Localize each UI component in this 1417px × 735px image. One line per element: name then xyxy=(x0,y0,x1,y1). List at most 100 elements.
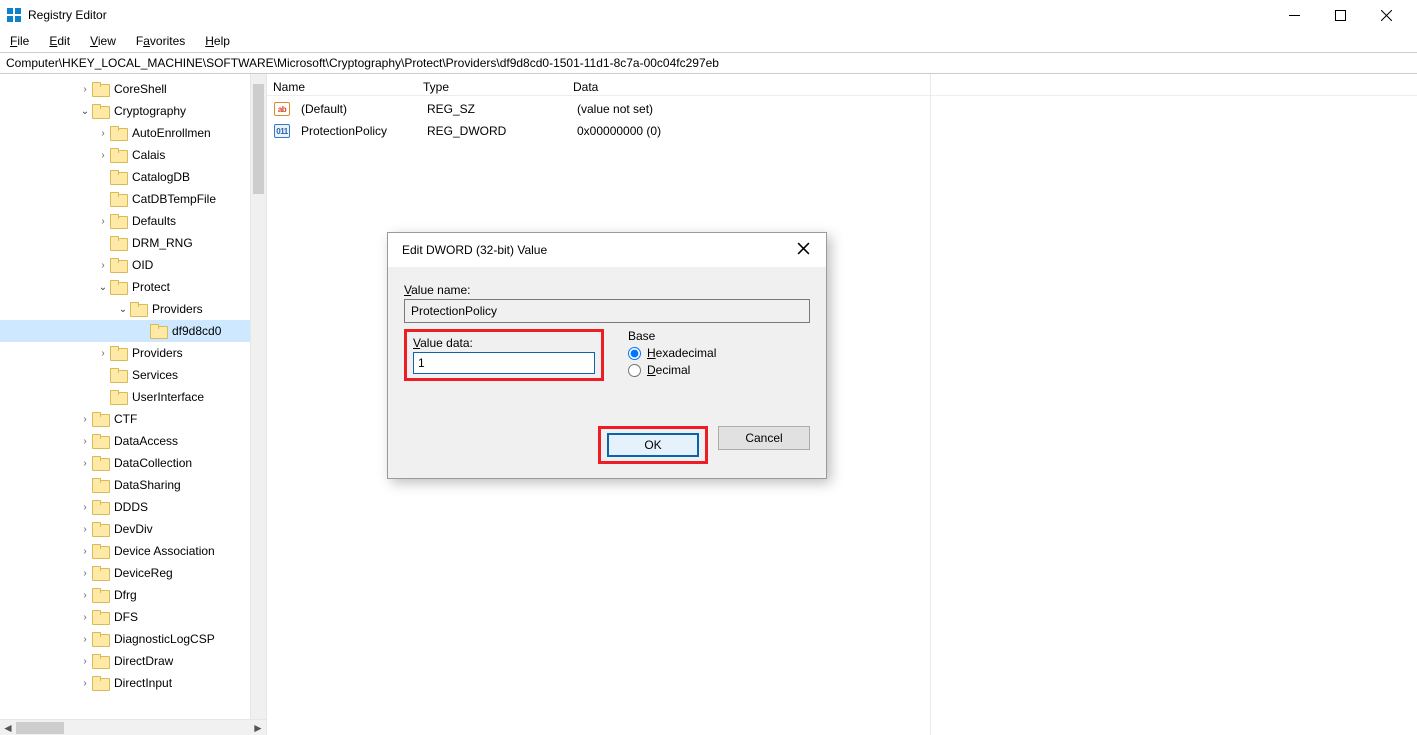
scrollbar-thumb[interactable] xyxy=(253,84,264,194)
folder-icon xyxy=(130,302,146,316)
tree-item-calais[interactable]: ›Calais xyxy=(0,144,266,166)
value-name-label: Value name: xyxy=(404,283,810,297)
tree-item-defaults[interactable]: ›Defaults xyxy=(0,210,266,232)
dialog-titlebar[interactable]: Edit DWORD (32-bit) Value xyxy=(388,233,826,267)
scroll-left-icon[interactable]: ◄ xyxy=(0,720,16,735)
radio-hex-input[interactable] xyxy=(628,347,641,360)
value-name-field[interactable] xyxy=(404,299,810,323)
folder-icon xyxy=(92,478,108,492)
folder-icon xyxy=(110,346,126,360)
folder-icon xyxy=(92,544,108,558)
folder-icon xyxy=(92,610,108,624)
folder-icon xyxy=(92,676,108,690)
titlebar: Registry Editor xyxy=(0,0,1417,30)
scroll-right-icon[interactable]: ► xyxy=(250,720,266,735)
tree-item-ctf[interactable]: ›CTF xyxy=(0,408,266,430)
base-label: Base xyxy=(628,329,716,343)
dialog-close-button[interactable] xyxy=(791,238,816,262)
value-row-protectionpolicy[interactable]: 011 ProtectionPolicy REG_DWORD 0x0000000… xyxy=(267,120,1417,142)
menu-edit[interactable]: Edit xyxy=(43,32,76,50)
folder-icon xyxy=(110,236,126,250)
col-data[interactable]: Data xyxy=(567,80,1417,94)
tree-item-coreshell[interactable]: ›CoreShell xyxy=(0,78,266,100)
scrollbar-thumb[interactable] xyxy=(16,722,64,734)
folder-icon xyxy=(110,390,126,404)
ok-highlight: OK xyxy=(598,426,708,464)
regedit-icon xyxy=(6,7,22,23)
edit-dword-dialog: Edit DWORD (32-bit) Value Value name: Va… xyxy=(387,232,827,479)
binary-value-icon: 011 xyxy=(273,123,291,139)
value-data-field[interactable] xyxy=(413,352,595,374)
tree-item-providers2[interactable]: ›Providers xyxy=(0,342,266,364)
tree-pane: ›CoreShell ⌄Cryptography ›AutoEnrollmen … xyxy=(0,74,267,735)
menu-favorites[interactable]: Favorites xyxy=(130,32,191,50)
folder-icon xyxy=(110,192,126,206)
tree-vertical-scrollbar[interactable] xyxy=(250,74,266,719)
ok-button[interactable]: OK xyxy=(607,433,699,457)
col-type[interactable]: Type xyxy=(417,80,567,94)
tree-item-dfs[interactable]: ›DFS xyxy=(0,606,266,628)
radio-dec-input[interactable] xyxy=(628,364,641,377)
folder-icon xyxy=(92,104,108,118)
value-row-default[interactable]: ab (Default) REG_SZ (value not set) xyxy=(267,98,1417,120)
value-name: (Default) xyxy=(295,102,421,116)
folder-icon xyxy=(92,456,108,470)
folder-icon xyxy=(110,214,126,228)
radio-dec[interactable]: Decimal xyxy=(628,363,716,377)
value-data: 0x00000000 (0) xyxy=(571,124,1417,138)
tree-item-protect[interactable]: ⌄Protect xyxy=(0,276,266,298)
tree-item-diagnosticlogcsp[interactable]: ›DiagnosticLogCSP xyxy=(0,628,266,650)
value-data-label: Value data: xyxy=(413,336,595,350)
menu-view[interactable]: View xyxy=(84,32,122,50)
menubar: File Edit View Favorites Help xyxy=(0,30,1417,52)
tree-item-userinterface[interactable]: UserInterface xyxy=(0,386,266,408)
tree-item-directinput[interactable]: ›DirectInput xyxy=(0,672,266,694)
list-header: Name Type Data xyxy=(267,74,1417,96)
value-type: REG_DWORD xyxy=(421,124,571,138)
registry-tree[interactable]: ›CoreShell ⌄Cryptography ›AutoEnrollmen … xyxy=(0,74,266,694)
window-title: Registry Editor xyxy=(28,8,1271,22)
folder-icon xyxy=(92,632,108,646)
menu-file[interactable]: File xyxy=(4,32,35,50)
col-name[interactable]: Name xyxy=(267,80,417,94)
tree-item-dfrg[interactable]: ›Dfrg xyxy=(0,584,266,606)
tree-item-cryptography[interactable]: ⌄Cryptography xyxy=(0,100,266,122)
tree-horizontal-scrollbar[interactable]: ◄ ► xyxy=(0,719,266,735)
dialog-title: Edit DWORD (32-bit) Value xyxy=(402,243,791,257)
base-group: Base Hexadecimal Decimal xyxy=(628,329,716,380)
folder-icon xyxy=(92,500,108,514)
folder-icon xyxy=(92,412,108,426)
cancel-button[interactable]: Cancel xyxy=(718,426,810,450)
tree-item-datasharing[interactable]: DataSharing xyxy=(0,474,266,496)
tree-item-ddds[interactable]: ›DDDS xyxy=(0,496,266,518)
tree-item-autoenrollment[interactable]: ›AutoEnrollmen xyxy=(0,122,266,144)
maximize-button[interactable] xyxy=(1317,0,1363,30)
minimize-button[interactable] xyxy=(1271,0,1317,30)
folder-icon xyxy=(92,522,108,536)
tree-item-df9d8cd0[interactable]: df9d8cd0 xyxy=(0,320,266,342)
close-window-button[interactable] xyxy=(1363,0,1409,30)
tree-item-datacollection[interactable]: ›DataCollection xyxy=(0,452,266,474)
address-bar[interactable]: Computer\HKEY_LOCAL_MACHINE\SOFTWARE\Mic… xyxy=(0,52,1417,74)
folder-icon xyxy=(110,148,126,162)
tree-item-deviceassociation[interactable]: ›Device Association xyxy=(0,540,266,562)
folder-icon xyxy=(92,654,108,668)
folder-icon xyxy=(92,588,108,602)
tree-item-dataaccess[interactable]: ›DataAccess xyxy=(0,430,266,452)
tree-item-devicereg[interactable]: ›DeviceReg xyxy=(0,562,266,584)
tree-item-drmrng[interactable]: DRM_RNG xyxy=(0,232,266,254)
tree-item-oid[interactable]: ›OID xyxy=(0,254,266,276)
tree-item-providers[interactable]: ⌄Providers xyxy=(0,298,266,320)
folder-icon xyxy=(92,82,108,96)
tree-item-devdiv[interactable]: ›DevDiv xyxy=(0,518,266,540)
folder-icon xyxy=(150,324,166,338)
tree-item-catalogdb[interactable]: CatalogDB xyxy=(0,166,266,188)
tree-item-catdbtempfile[interactable]: CatDBTempFile xyxy=(0,188,266,210)
folder-icon xyxy=(110,368,126,382)
menu-help[interactable]: Help xyxy=(199,32,236,50)
address-text: Computer\HKEY_LOCAL_MACHINE\SOFTWARE\Mic… xyxy=(6,56,719,70)
tree-item-services[interactable]: Services xyxy=(0,364,266,386)
string-value-icon: ab xyxy=(273,101,291,117)
tree-item-directdraw[interactable]: ›DirectDraw xyxy=(0,650,266,672)
radio-hex[interactable]: Hexadecimal xyxy=(628,346,716,360)
